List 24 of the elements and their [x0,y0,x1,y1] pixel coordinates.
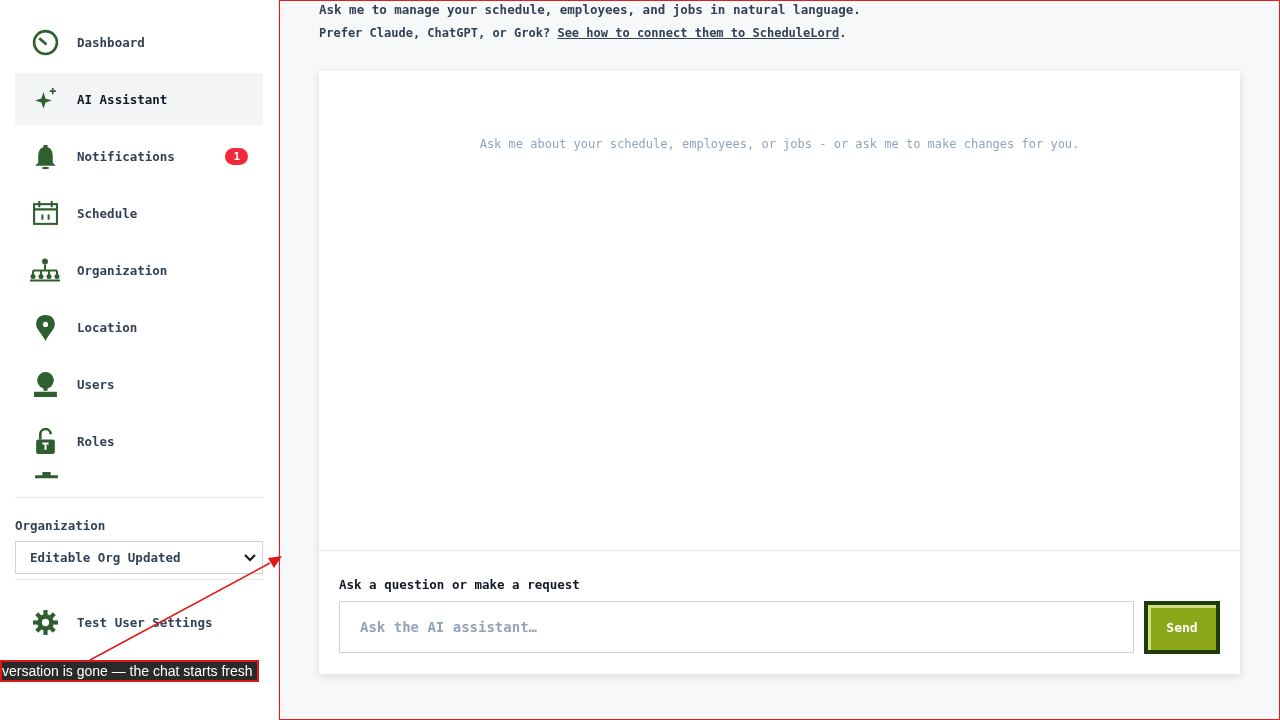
sidebar-item[interactable]: Dashboard [15,16,263,68]
annotation-label: versation is gone — the chat starts fresh [0,660,259,682]
sidebar-item[interactable]: Location [15,301,263,353]
gauge-icon [31,28,59,56]
caret-icon [244,553,256,562]
calendar-icon [31,199,59,227]
input-label: Ask a question or make a request [339,577,581,592]
intro-text: Ask me to manage your schedule, employees, and jobs in natural language. [319,2,862,18]
connect-link[interactable]: See how to connect them to ScheduleLord [557,26,840,40]
sidebar-item[interactable]: Notifications 1 [15,130,263,182]
sidebar-item[interactable]: Roles [15,415,263,467]
sidebar-item[interactable]: AI Assistant [15,73,263,125]
sidebar-item[interactable]: Users [15,358,263,410]
sidebar-item[interactable]: Schedule [15,187,263,239]
organization-select[interactable]: Editable Org Updated [15,541,263,574]
organization-label: Organization [15,518,107,533]
sidebar-item[interactable]: Organization [15,244,263,296]
org-chart-icon [29,256,61,284]
notification-badge: 1 [225,147,248,165]
settings-icon [31,608,59,636]
user-icon [31,370,59,398]
connect-text: Prefer Claude, ChatGPT, or Grok? See how to connect them to ScheduleLord. [319,26,848,40]
empty-chat-hint: Ask me about your schedule, employees, or jobs - or ask me to make changes for you. [479,137,1080,153]
input-field[interactable]: Ask the AI assistant… [339,601,1134,653]
